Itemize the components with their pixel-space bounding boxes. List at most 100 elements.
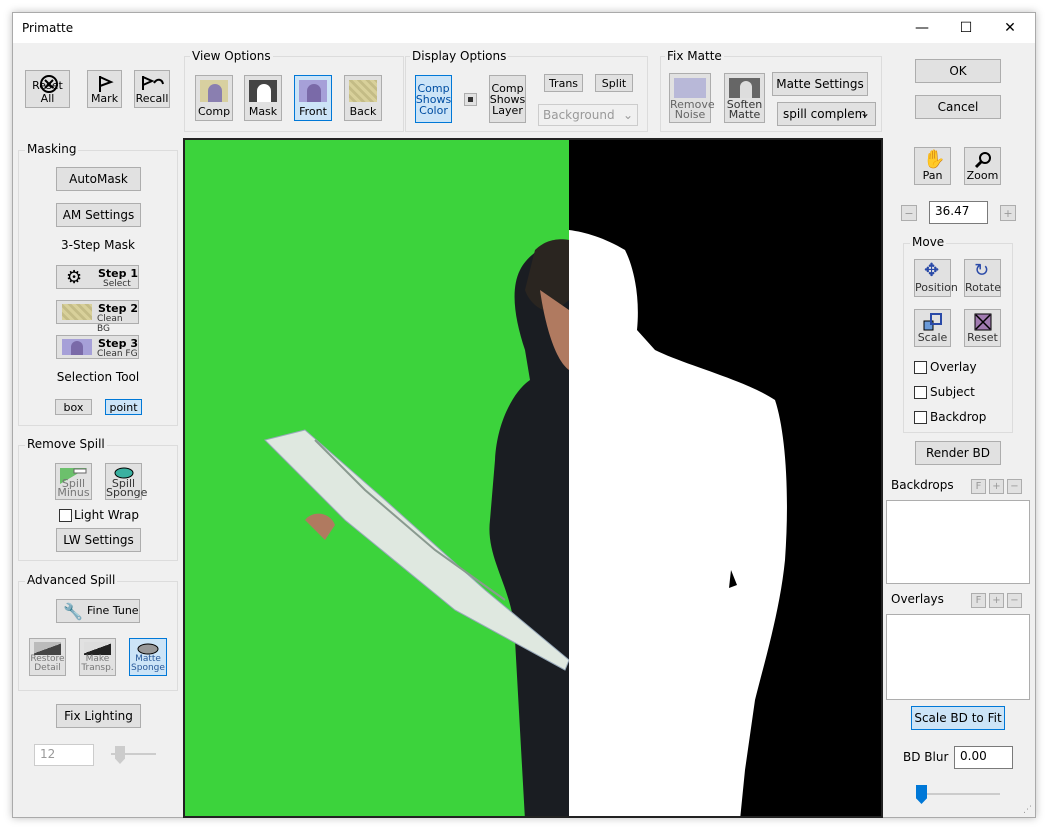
noise-icon xyxy=(674,78,706,98)
bd-blur-field[interactable]: 0.00 xyxy=(954,746,1013,769)
zoom-plus-button[interactable]: + xyxy=(1000,205,1016,221)
automask-button[interactable]: AutoMask xyxy=(56,167,141,191)
step1-button[interactable]: ⚙ Step 1 Select xyxy=(56,265,139,289)
spill-minus-button[interactable]: Spill Minus xyxy=(55,463,92,500)
front-thumb-icon xyxy=(299,80,327,102)
zoom-value-field[interactable]: 36.47 xyxy=(929,201,988,224)
rotate-arrow-icon: ↻ xyxy=(974,260,990,281)
mask-thumb-icon xyxy=(249,80,277,102)
scale-bd-to-fit-button[interactable]: Scale BD to Fit xyxy=(911,706,1005,730)
trans-button[interactable]: Trans xyxy=(544,74,583,92)
backdrop-stripes-icon xyxy=(62,304,92,320)
matte-sponge-button[interactable]: Matte Sponge xyxy=(129,638,167,676)
close-button[interactable]: ✕ xyxy=(988,13,1032,43)
back-thumb-icon xyxy=(349,80,377,102)
fix-lighting-slider-thumb[interactable] xyxy=(115,746,125,764)
backdrops-remove-button[interactable]: − xyxy=(1007,479,1022,494)
recall-flag-arrow-icon xyxy=(142,76,164,90)
soften-matte-icon xyxy=(729,78,760,98)
view-front-button[interactable]: Front xyxy=(294,75,332,121)
render-bd-button[interactable]: Render BD xyxy=(915,441,1001,465)
lw-settings-button[interactable]: LW Settings xyxy=(56,528,141,552)
foreground-person-icon xyxy=(62,339,92,355)
preview-viewport[interactable] xyxy=(183,138,883,818)
overlays-add-button[interactable]: + xyxy=(989,593,1004,608)
chevron-down-icon: ⌄ xyxy=(622,108,633,122)
spill-mode-select[interactable]: spill complem ⌄ xyxy=(777,102,876,126)
point-tool-button[interactable]: point xyxy=(105,399,142,415)
zoom-minus-button[interactable]: − xyxy=(901,205,917,221)
maximize-button[interactable]: ☐ xyxy=(944,13,988,43)
overlays-remove-button[interactable]: − xyxy=(1007,593,1022,608)
position-button[interactable]: ✥ Position xyxy=(914,259,958,297)
reset-all-button[interactable]: Reset All xyxy=(25,70,70,108)
overlay-label: Overlay xyxy=(930,360,977,374)
backdrop-checkbox[interactable] xyxy=(914,411,927,424)
resize-grip-icon[interactable]: ⋰ xyxy=(1023,805,1032,815)
am-settings-button[interactable]: AM Settings xyxy=(56,203,141,227)
minimize-button[interactable]: — xyxy=(900,13,944,43)
backdrops-add-button[interactable]: + xyxy=(989,479,1004,494)
soften-matte-button[interactable]: Soften Matte xyxy=(724,73,765,123)
comp-thumb-icon xyxy=(200,80,228,102)
masking-title: Masking xyxy=(25,142,79,156)
display-options-title: Display Options xyxy=(410,49,509,63)
comp-shows-layer-button[interactable]: Comp Shows Layer xyxy=(489,75,526,123)
bd-blur-slider-track[interactable] xyxy=(918,793,1000,795)
chevron-down-icon: ⌄ xyxy=(859,106,870,120)
make-transp-button[interactable]: Make Transp. xyxy=(79,638,116,676)
rotate-button[interactable]: ↻ Rotate xyxy=(964,259,1001,297)
restore-detail-button[interactable]: Restore Detail xyxy=(29,638,66,676)
bd-blur-label: BD Blur xyxy=(903,750,949,764)
wrench-icon: 🔧 xyxy=(63,602,83,621)
ok-button[interactable]: OK xyxy=(915,59,1001,83)
recall-button[interactable]: Recall xyxy=(134,70,170,108)
light-wrap-checkbox[interactable] xyxy=(59,509,72,522)
title-bar: Primatte — ☐ ✕ xyxy=(13,13,1035,43)
remove-noise-button[interactable]: Remove Noise xyxy=(669,73,715,123)
zoom-button[interactable]: Zoom xyxy=(964,147,1001,185)
comp-shows-color-button[interactable]: Comp Shows Color xyxy=(415,75,452,123)
bd-blur-slider-thumb[interactable] xyxy=(916,785,927,804)
matte-settings-button[interactable]: Matte Settings xyxy=(772,72,868,96)
overlays-title: Overlays xyxy=(891,592,944,606)
view-mask-button[interactable]: Mask xyxy=(244,75,282,121)
step2-button[interactable]: Step 2 Clean BG xyxy=(56,300,139,334)
view-back-button[interactable]: Back xyxy=(344,75,382,121)
view-comp-button[interactable]: Comp xyxy=(195,75,233,121)
scale-squares-icon xyxy=(923,313,942,331)
fix-lighting-button[interactable]: Fix Lighting xyxy=(56,704,141,728)
hand-icon: ✋ xyxy=(923,149,946,170)
step3-button[interactable]: Step 3 Clean FG xyxy=(56,335,139,359)
reset-box-x-icon xyxy=(974,313,992,331)
primatte-window: Primatte — ☐ ✕ Reset All Mark Recall Vie… xyxy=(12,12,1036,818)
mark-button[interactable]: Mark xyxy=(87,70,122,108)
backdrop-label: Backdrop xyxy=(930,410,987,424)
backdrops-list[interactable] xyxy=(886,500,1030,584)
subject-image xyxy=(264,230,787,816)
light-wrap-label: Light Wrap xyxy=(74,508,139,522)
window-title: Primatte xyxy=(22,21,74,35)
overlays-list[interactable] xyxy=(886,614,1030,700)
backdrops-f-button[interactable]: F xyxy=(971,479,986,494)
subject-checkbox[interactable] xyxy=(914,386,927,399)
box-tool-button[interactable]: box xyxy=(55,399,92,415)
square-icon xyxy=(468,97,473,102)
reset-transform-button[interactable]: Reset xyxy=(964,309,1001,347)
pan-button[interactable]: ✋ Pan xyxy=(914,147,951,185)
background-select[interactable]: Background ⌄ xyxy=(538,104,638,126)
cancel-button[interactable]: Cancel xyxy=(915,95,1001,119)
advanced-spill-title: Advanced Spill xyxy=(25,573,118,587)
spill-sponge-button[interactable]: Spill Sponge xyxy=(105,463,147,500)
toggle-square-button[interactable] xyxy=(464,93,477,106)
split-button[interactable]: Split xyxy=(595,74,633,92)
overlay-checkbox[interactable] xyxy=(914,361,927,374)
fine-tune-button[interactable]: 🔧 Fine Tune xyxy=(56,599,140,623)
flag-icon xyxy=(99,76,114,92)
scale-button[interactable]: Scale xyxy=(914,309,951,347)
selection-tool-label: Selection Tool xyxy=(56,370,140,384)
move-arrows-icon: ✥ xyxy=(924,260,940,281)
overlays-f-button[interactable]: F xyxy=(971,593,986,608)
fix-lighting-value[interactable]: 12 xyxy=(34,744,94,766)
background-select-value: Background xyxy=(543,108,615,122)
